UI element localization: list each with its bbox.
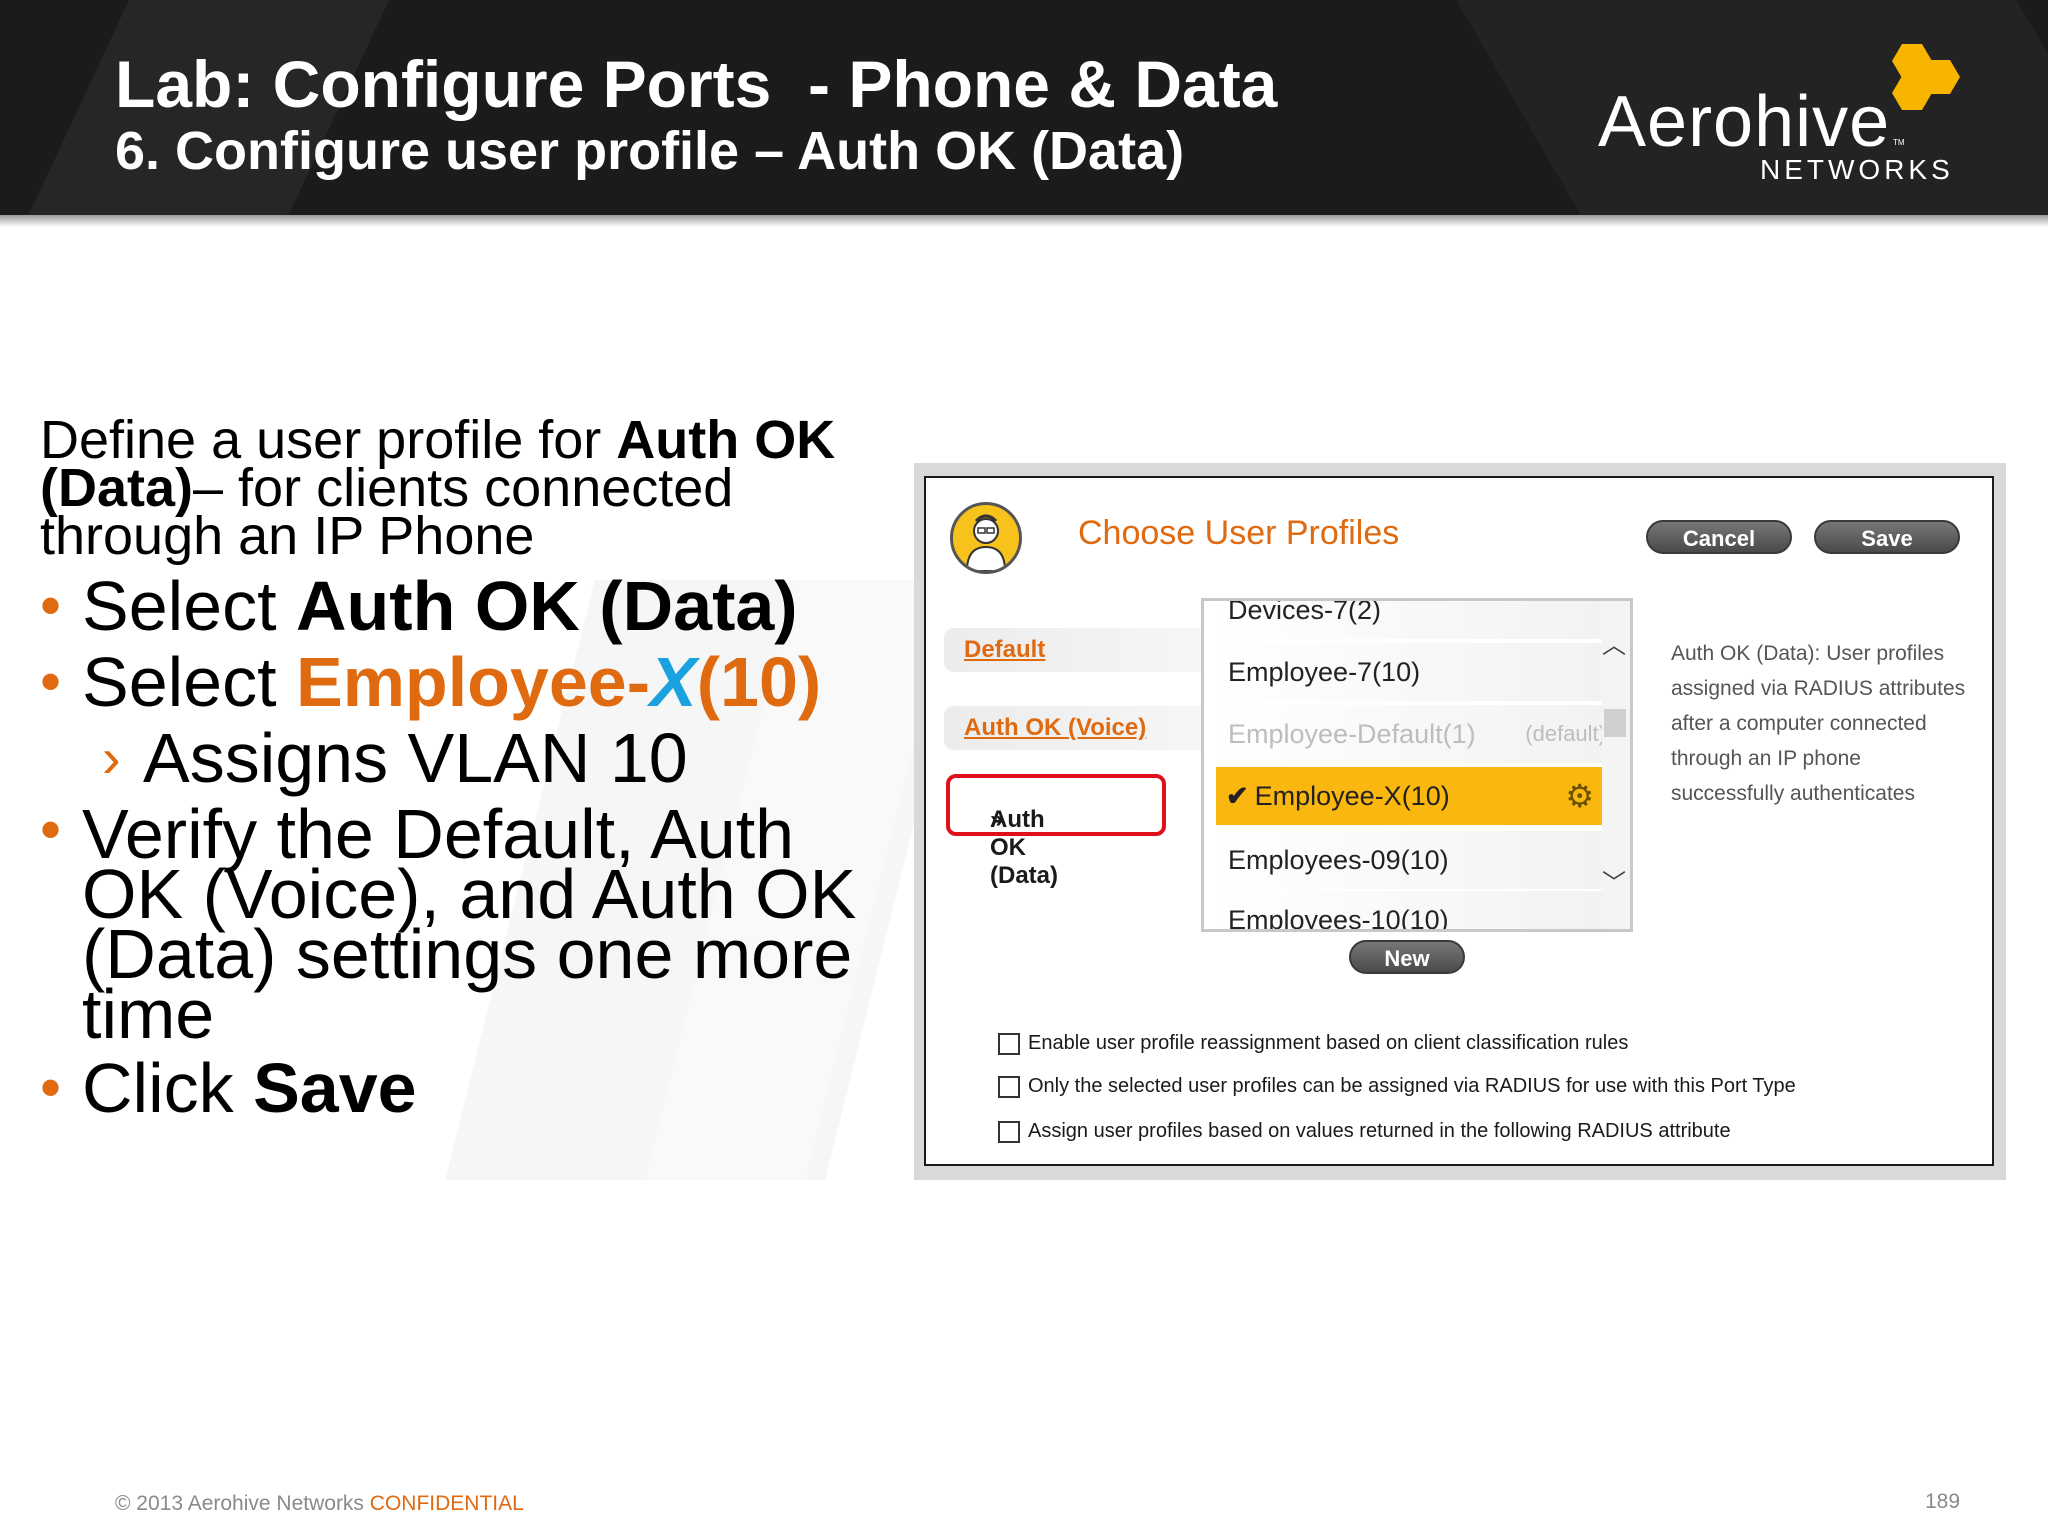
dialog-title: Choose User Profiles: [1078, 514, 1400, 552]
header-shadow: [0, 215, 2048, 227]
slide-title: Lab: Configure Ports - Phone & Data: [115, 47, 1278, 121]
cancel-button[interactable]: Cancel: [1646, 520, 1792, 554]
checkbox-label: Only the selected user profiles can be a…: [1028, 1075, 1796, 1097]
checkbox-label: Assign user profiles based on values ret…: [1028, 1120, 1731, 1142]
bullet-item: • Select Employee-X(10): [40, 644, 900, 720]
checkbox-label: Enable user profile reassignment based o…: [1028, 1032, 1629, 1054]
list-item[interactable]: Devices-7(2): [1216, 598, 1606, 639]
checkbox[interactable]: [998, 1120, 1020, 1143]
tab-label: Default: [964, 636, 1046, 663]
bullet-item: • Verify the Default, Auth OK (Voice), a…: [40, 799, 900, 1049]
bullet-text: Select: [82, 643, 296, 721]
check-icon: ✔: [1226, 781, 1249, 811]
list-item-label: Employee-Default(1): [1228, 719, 1476, 749]
list-item-label: Devices-7(2): [1228, 598, 1382, 625]
gear-icon[interactable]: ⚙: [1565, 767, 1594, 825]
list-scrollbar[interactable]: ︿ ﹀: [1602, 601, 1630, 929]
bullet-icon: •: [40, 572, 62, 639]
checkbox-radius-attribute[interactable]: Assign user profiles based on values ret…: [998, 1120, 1731, 1143]
chevron-up-icon[interactable]: ︿: [1602, 625, 1626, 660]
list-item-selected[interactable]: ✔ Employee-X(10) ⚙: [1216, 767, 1606, 825]
bullet-bold: Auth OK (Data): [296, 567, 798, 645]
bullet-bold: Save: [253, 1049, 417, 1127]
save-button[interactable]: Save: [1814, 520, 1960, 554]
bullet-item: • Click Save: [40, 1050, 900, 1126]
bullet-highlight: Employee-: [296, 643, 650, 721]
choose-user-profiles-dialog: Choose User Profiles Cancel Save Default…: [924, 476, 1994, 1166]
slide-subtitle: 6. Configure user profile – Auth OK (Dat…: [115, 121, 1185, 181]
list-item-label: Employee-X(10): [1254, 781, 1450, 811]
bullet-text: Verify the Default, Auth OK (Voice), and…: [82, 795, 857, 1053]
copyright-text: © 2013 Aerohive Networks: [115, 1492, 370, 1515]
logo-wordmark: Aerohive: [1598, 82, 1891, 162]
tab-default[interactable]: Default: [944, 628, 1202, 672]
user-profile-list[interactable]: Devices-7(2) Employee-7(10) Employee-Def…: [1201, 598, 1633, 932]
list-item[interactable]: Employee-7(10): [1216, 643, 1606, 701]
chevron-down-icon[interactable]: ﹀: [1602, 863, 1626, 898]
tab-auth-ok-voice[interactable]: Auth OK (Voice): [944, 706, 1202, 750]
list-item[interactable]: Employees-09(10): [1216, 831, 1606, 889]
bullet-text: Click: [82, 1049, 254, 1127]
slide-header: Lab: Configure Ports - Phone & Data 6. C…: [0, 0, 2048, 215]
scrollbar-thumb[interactable]: [1604, 709, 1626, 737]
checkbox-radius-only[interactable]: Only the selected user profiles can be a…: [998, 1075, 1796, 1098]
double-chevron-icon: »: [990, 806, 1004, 833]
list-item-label: Employee-7(10): [1228, 657, 1421, 687]
intro-paragraph: Define a user profile for Auth OK (Data)…: [40, 413, 900, 563]
list-item-label: Employees-09(10): [1228, 845, 1449, 875]
bullet-icon: •: [40, 796, 62, 863]
list-item[interactable]: Employee-Default(1) (default): [1216, 705, 1606, 763]
chevron-right-icon: ›: [102, 726, 121, 789]
checkbox[interactable]: [998, 1075, 1020, 1098]
confidential-label: CONFIDENTIAL: [369, 1492, 524, 1515]
bullet-text: Select: [82, 567, 296, 645]
tab-auth-ok-data[interactable]: Auth OK (Data) »: [946, 774, 1166, 889]
bullet-list: • Select Auth OK (Data) • Select Employe…: [40, 568, 900, 1126]
help-text: Auth OK (Data): User profiles assigned v…: [1671, 642, 1966, 805]
list-item-label: Employees-10(10): [1228, 905, 1449, 932]
checkbox[interactable]: [998, 1032, 1020, 1055]
bullet-highlight-x: X: [650, 643, 697, 721]
bullet-icon: •: [40, 1054, 62, 1121]
bullet-item: • Select Auth OK (Data): [40, 568, 900, 644]
checkbox-reassignment[interactable]: Enable user profile reassignment based o…: [998, 1032, 1628, 1055]
default-note: (default): [1525, 721, 1606, 746]
logo-trademark: TM: [1893, 138, 1905, 147]
new-button[interactable]: New: [1349, 940, 1465, 974]
page-number: 189: [1925, 1490, 1961, 1513]
sub-bullet-text: Assigns VLAN 10: [143, 719, 688, 797]
tab-label: Auth OK (Voice): [964, 714, 1147, 741]
sub-bullet-item: › Assigns VLAN 10: [40, 720, 900, 796]
list-item[interactable]: Employees-10(10): [1216, 891, 1606, 932]
logo-networks: NETWORKS: [1760, 154, 1954, 185]
bullet-icon: •: [40, 648, 62, 715]
bullet-highlight: (10): [696, 643, 822, 721]
user-avatar-icon: [950, 502, 1022, 574]
footer-copyright: © 2013 Aerohive Networks CONFIDENTIAL: [115, 1492, 524, 1516]
